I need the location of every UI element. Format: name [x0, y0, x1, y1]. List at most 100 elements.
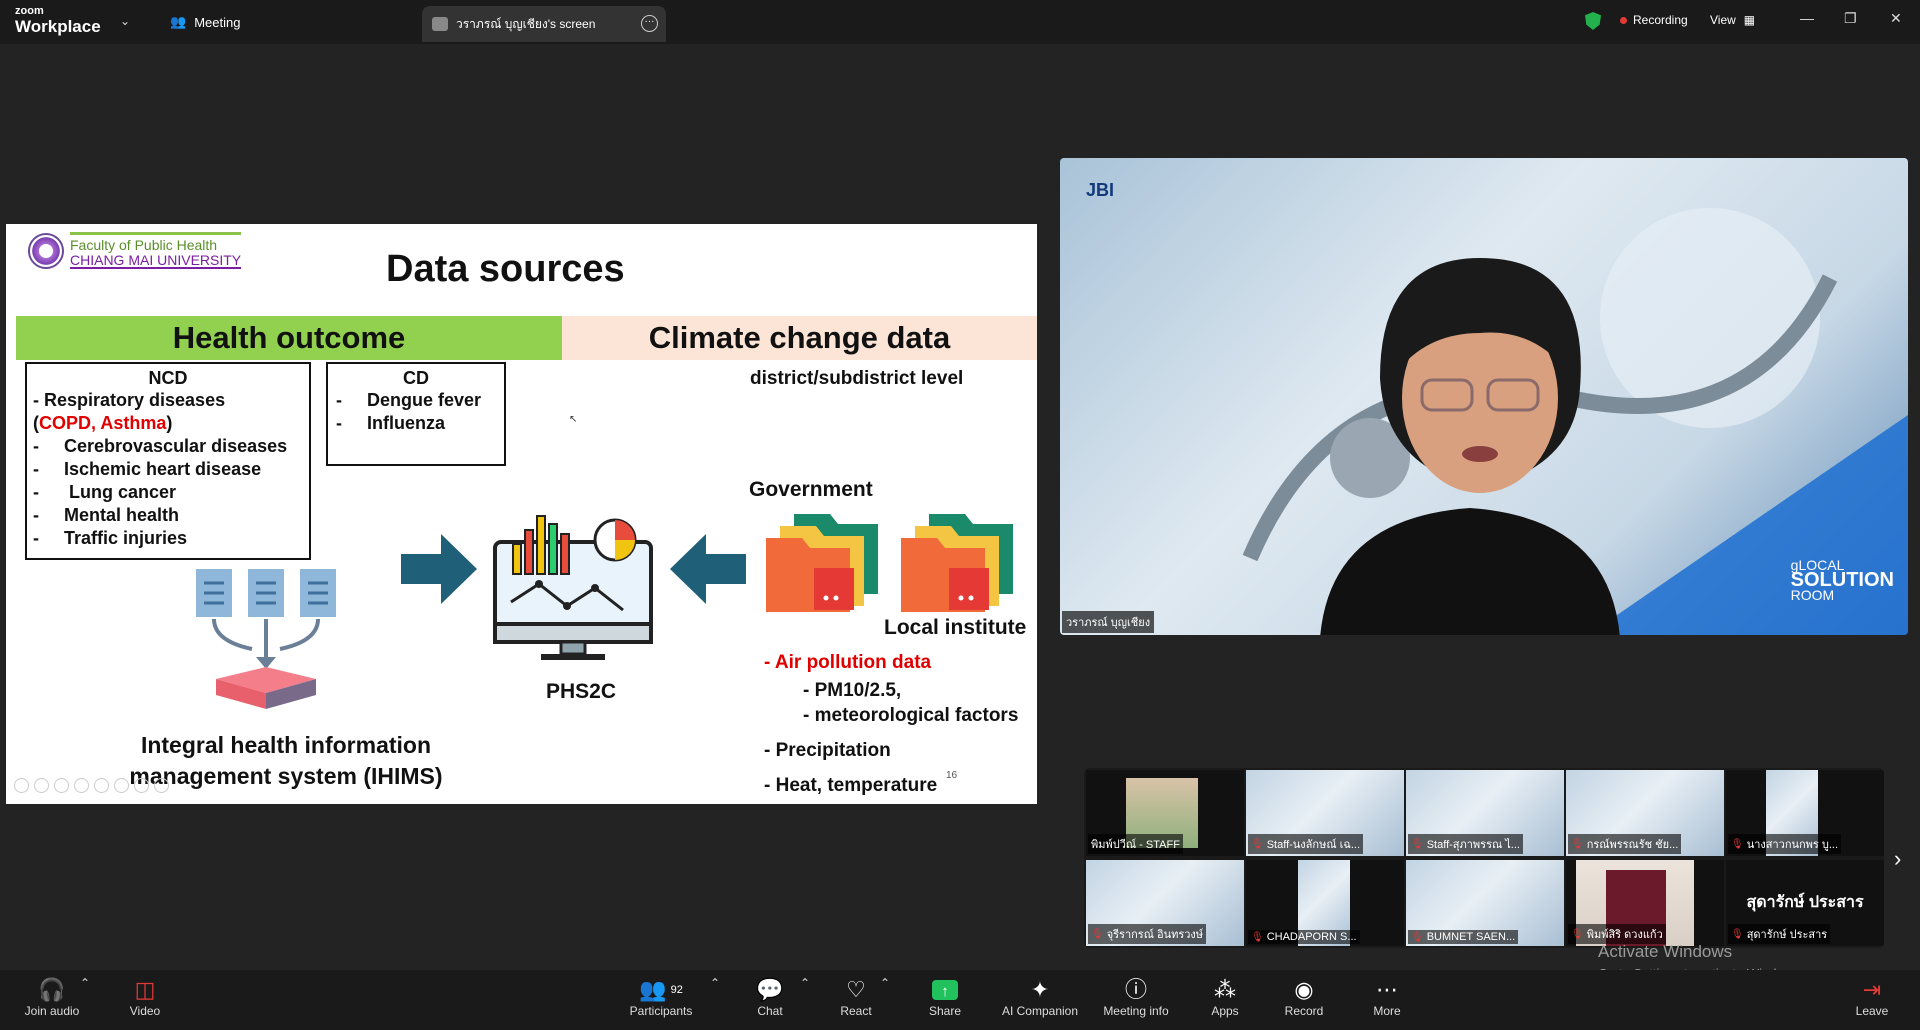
- audio-options-caret[interactable]: ⌃: [80, 976, 90, 990]
- video-off-icon: ◫: [134, 977, 156, 1002]
- ai-companion-button[interactable]: ✦ AI Companion: [1000, 976, 1080, 1018]
- page-number: 16: [946, 770, 958, 781]
- participant-tile[interactable]: พิมพ์ปวีณ์ - STAFF: [1086, 770, 1244, 856]
- university-seal-icon: [28, 232, 64, 269]
- zoom-icon[interactable]: [94, 778, 109, 793]
- government-label: Government: [749, 478, 873, 501]
- heat-label: - Heat, temperature: [764, 775, 938, 796]
- avatar: [432, 17, 448, 31]
- prev-slide-icon[interactable]: [14, 778, 29, 793]
- recording-indicator[interactable]: Recording: [1620, 13, 1688, 27]
- mic-muted-icon: 🎙: [1091, 928, 1104, 940]
- meeting-toolbar: 🎧 Join audio ⌃ ◫ Video 👥 92 Participants …: [0, 970, 1920, 1030]
- air-pollution-label: - Air pollution data: [764, 652, 932, 673]
- screen-share-tab[interactable]: วราภรณ์ บุญเชียง's screen ···: [422, 6, 666, 42]
- list-item: - Mental health: [33, 505, 180, 525]
- participant-tile[interactable]: สุดารักษ์ ประสาร 🎙 สุดารักษ์ ประสาร: [1726, 860, 1884, 946]
- participants-options-caret[interactable]: ⌃: [710, 976, 720, 990]
- participant-name-placeholder: สุดารักษ์ ประสาร: [1746, 894, 1864, 911]
- participant-tile[interactable]: 🎙 พิมพ์สิริ ดวงแก้ว: [1566, 860, 1724, 946]
- record-button[interactable]: ◉ Record: [1282, 976, 1326, 1018]
- pen-icon[interactable]: [54, 778, 69, 793]
- share-button[interactable]: Share: [924, 976, 966, 1018]
- participant-tile[interactable]: 🎙 กรณ์พรรณรัช ชัย...: [1566, 770, 1724, 856]
- folder-icon: [901, 514, 1013, 612]
- headphones-icon: 🎧: [38, 977, 66, 1002]
- list-item: - Ischemic heart disease: [33, 459, 262, 479]
- mic-muted-icon: 🎙: [1731, 928, 1744, 940]
- chat-icon: 💬: [756, 977, 784, 1002]
- folder-icon: [766, 514, 878, 612]
- participant-tile[interactable]: 🎙 CHADAPORN S...: [1246, 860, 1404, 946]
- pm-label: - PM10/2.5,: [803, 680, 902, 701]
- list-item: - Lung cancer: [33, 482, 177, 502]
- zoom-logo[interactable]: zoom Workplace: [15, 6, 101, 36]
- participants-button[interactable]: 👥 92 Participants: [626, 976, 696, 1018]
- title-bar: zoom Workplace ⌄ 👥 Meeting วราภรณ์ บุญเช…: [0, 0, 1920, 44]
- leave-icon: ⇥: [1862, 977, 1882, 1002]
- ncd-box: NCD - Respiratory diseases (COPD, Asthma…: [25, 362, 311, 560]
- speaker-video[interactable]: JBI gLOCAL SOLUTION ROOM วราภรณ์ บุญเชีย…: [1060, 158, 1908, 635]
- dashboard-monitor-icon: [493, 515, 653, 660]
- participant-tile[interactable]: 🎙 BUMNET SAEN...: [1406, 860, 1564, 946]
- meteorological-label: - meteorological factors: [803, 705, 1019, 726]
- share-screen-icon: [932, 978, 958, 1006]
- participant-gallery: พิมพ์ปวีณ์ - STAFF 🎙 Staff-นงลักษณ์ เฉ...…: [1084, 768, 1884, 948]
- more-icon[interactable]: ···: [641, 15, 658, 32]
- arrow-left-icon: [670, 534, 746, 604]
- apps-icon: ⁂: [1214, 977, 1236, 1002]
- react-button[interactable]: ♡ React: [836, 976, 876, 1018]
- minimize-icon[interactable]: —: [1800, 10, 1814, 26]
- phs2c-label: PHS2C: [546, 680, 617, 703]
- security-shield-icon[interactable]: [1585, 12, 1601, 30]
- slide-title: Data sources: [386, 248, 625, 290]
- participant-tile[interactable]: 🎙 นางสาวกนกพร บู...: [1726, 770, 1884, 856]
- glocal-logo: gLOCAL SOLUTION ROOM: [1790, 557, 1894, 603]
- documents-icon: [196, 569, 336, 709]
- next-slide-icon[interactable]: [34, 778, 49, 793]
- video-button[interactable]: ◫ Video: [120, 976, 170, 1018]
- participant-tile[interactable]: 🎙 Staff-สุภาพรรณ ไ...: [1406, 770, 1564, 856]
- mic-muted-icon: 🎙: [1571, 838, 1584, 850]
- more-icon[interactable]: [154, 778, 169, 793]
- chevron-down-icon[interactable]: ⌄: [120, 14, 130, 28]
- leave-button[interactable]: ⇥ Leave: [1854, 976, 1890, 1018]
- level-label: district/subdistrict level: [750, 368, 964, 389]
- mic-muted-icon: 🎙: [1251, 838, 1264, 850]
- meeting-info-button[interactable]: ⓘ Meeting info: [1100, 976, 1172, 1018]
- restore-icon[interactable]: ❐: [1844, 10, 1857, 27]
- chat-options-caret[interactable]: ⌃: [800, 976, 810, 990]
- join-audio-button[interactable]: 🎧 Join audio: [22, 976, 82, 1018]
- faculty-logo: Faculty of Public Health CHIANG MAI UNIV…: [28, 232, 242, 270]
- sparkle-icon: ✦: [1030, 977, 1050, 1002]
- jbi-logo: JBI: [1086, 180, 1115, 200]
- mic-muted-icon: 🎙: [1571, 928, 1584, 940]
- health-outcome-header: Health outcome: [16, 316, 562, 360]
- cd-box: CD - Dengue fever - Influenza: [326, 362, 506, 466]
- participant-tile[interactable]: 🎙 จุรีรากรณ์ อินทรวงษ์: [1086, 860, 1244, 946]
- participant-tile[interactable]: 🎙 Staff-นงลักษณ์ เฉ...: [1246, 770, 1404, 856]
- record-icon: ◉: [1294, 977, 1314, 1002]
- gallery-next-icon[interactable]: ›: [1894, 846, 1901, 872]
- zoom-window: zoom Workplace ⌄ 👥 Meeting วราภรณ์ บุญเช…: [0, 0, 1920, 1030]
- react-options-caret[interactable]: ⌃: [880, 976, 890, 990]
- copy-icon[interactable]: [74, 778, 89, 793]
- subtitle-icon[interactable]: [134, 778, 149, 793]
- mouse-cursor-icon: ↖: [569, 414, 578, 425]
- slide-controls[interactable]: [14, 778, 169, 793]
- mic-muted-icon: 🎙: [1731, 838, 1744, 850]
- speaker-name-label: วราภรณ์ บุญเชียง: [1062, 611, 1155, 633]
- chat-button[interactable]: 💬 Chat: [750, 976, 790, 1018]
- heart-icon: ♡: [846, 977, 866, 1002]
- apps-button[interactable]: ⁂ Apps: [1208, 976, 1242, 1018]
- list-item: - Dengue fever: [336, 390, 482, 410]
- mic-muted-icon: 🎙: [1411, 931, 1424, 943]
- view-button[interactable]: View ▦: [1710, 13, 1755, 27]
- participants-icon: 👥: [639, 977, 667, 1002]
- slides-icon[interactable]: [114, 778, 129, 793]
- meeting-tab[interactable]: 👥 Meeting: [170, 14, 240, 30]
- list-item: - Influenza: [336, 413, 446, 433]
- arrow-right-icon: [401, 534, 477, 604]
- more-button[interactable]: ⋯ More: [1370, 976, 1404, 1018]
- close-icon[interactable]: ✕: [1890, 10, 1902, 27]
